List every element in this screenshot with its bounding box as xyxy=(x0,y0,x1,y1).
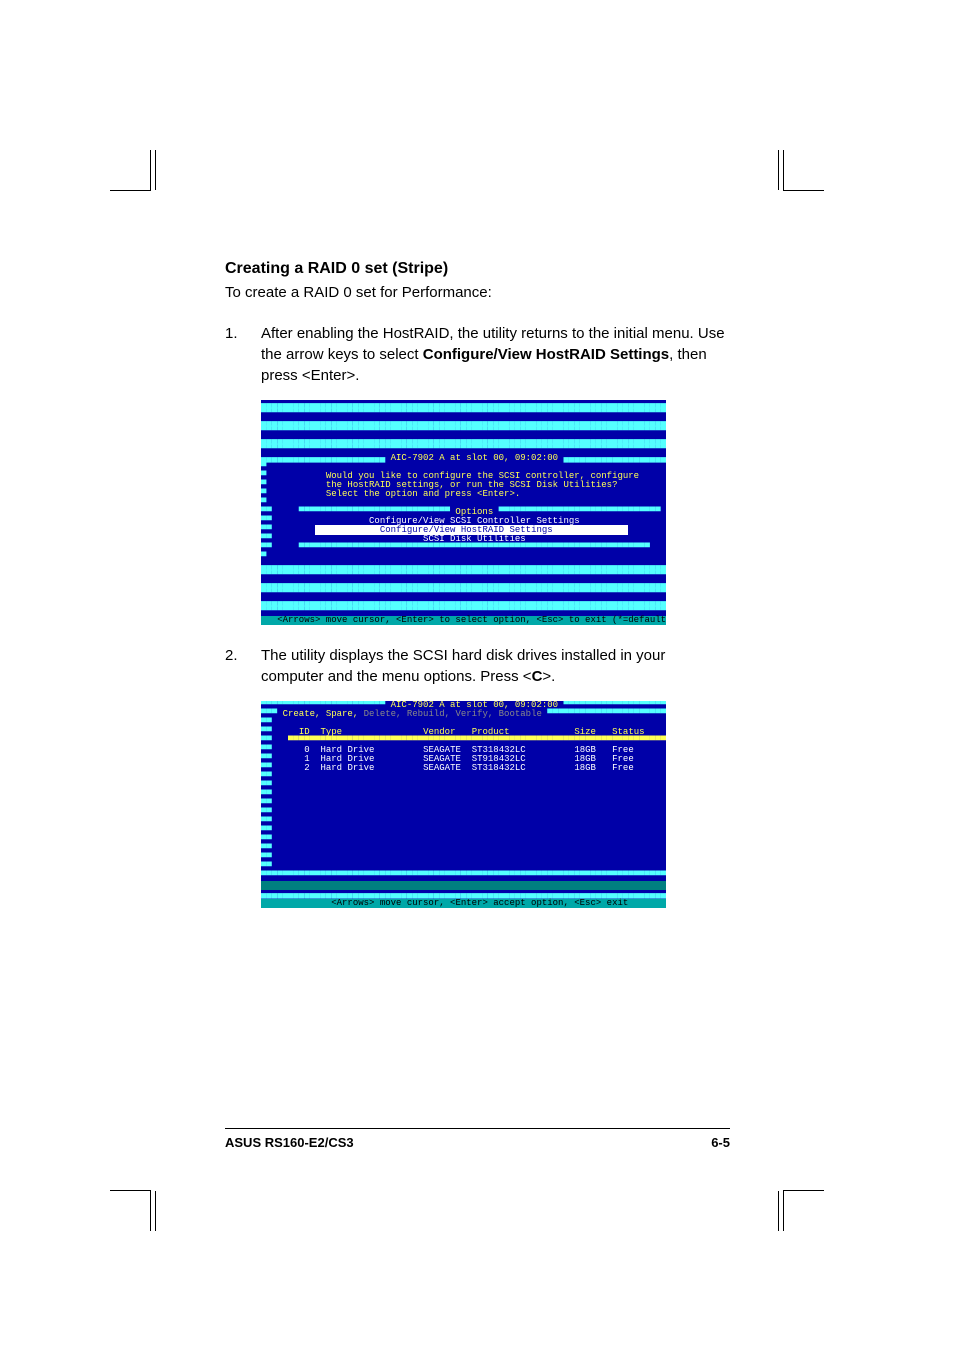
crop-mark-tl xyxy=(110,150,151,191)
row2-vendor: SEAGATE xyxy=(423,763,461,773)
footer-right: 6-5 xyxy=(711,1135,730,1150)
term2-statusbar: <Arrows> move cursor, <Enter> accept opt… xyxy=(261,899,666,908)
row2-type: Hard Drive xyxy=(320,763,374,773)
crop-mark-br2 xyxy=(777,1191,779,1231)
crop-mark-bl xyxy=(110,1190,151,1231)
row2-status: Free xyxy=(612,763,634,773)
step-bold: C xyxy=(532,668,543,685)
step-post: >. xyxy=(542,668,555,685)
step-2: 2. The utility displays the SCSI hard di… xyxy=(225,645,730,687)
crop-mark-tl2 xyxy=(155,150,157,190)
intro-text: To create a RAID 0 set for Performance: xyxy=(225,284,730,301)
page-footer: ASUS RS160-E2/CS3 6-5 xyxy=(225,1128,730,1150)
term2-menu-active: Create, Spare, xyxy=(283,709,359,719)
terminal-screenshot-2: ▀▀▀▀▀▀▀▀▀▀▀▀▀▀▀▀▀▀▀▀▀▀▀ AIC-7902 A at sl… xyxy=(261,701,666,908)
step-number: 1. xyxy=(225,323,261,386)
page-content: Creating a RAID 0 set (Stripe) To create… xyxy=(225,260,730,928)
terminal-screenshot-1: ▄▄▄▄▄▄▄▄▄▄▄▄▄▄▄▄▄▄▄▄▄▄▄▄▄▄▄▄▄▄▄▄▄▄▄▄▄▄▄▄… xyxy=(261,400,666,625)
step-number: 2. xyxy=(225,645,261,687)
term1-header: AIC-7902 A at slot 00, 09:02:00 xyxy=(385,453,563,463)
row2-size: 18GB xyxy=(574,763,596,773)
term1-msg3: Select the option and press <Enter>. xyxy=(326,489,520,499)
step-text: After enabling the HostRAID, the utility… xyxy=(261,323,730,386)
term2-menu-rest: Delete, Rebuild, Verify, Bootable xyxy=(358,709,547,719)
step-bold: Configure/View HostRAID Settings xyxy=(423,346,669,363)
term1-statusbar: <Arrows> move cursor, <Enter> to select … xyxy=(261,616,666,625)
crop-mark-br xyxy=(783,1190,824,1231)
step-1: 1. After enabling the HostRAID, the util… xyxy=(225,323,730,386)
step-pre: The utility displays the SCSI hard disk … xyxy=(261,647,665,685)
step-text: The utility displays the SCSI hard disk … xyxy=(261,645,730,687)
crop-mark-tr2 xyxy=(777,150,779,190)
crop-mark-bl2 xyxy=(155,1191,157,1231)
crop-mark-tr xyxy=(783,150,824,191)
footer-left: ASUS RS160-E2/CS3 xyxy=(225,1135,354,1150)
row2-id: 2 xyxy=(304,763,309,773)
row2-product: ST318432LC xyxy=(472,763,526,773)
section-heading: Creating a RAID 0 set (Stripe) xyxy=(225,260,730,278)
